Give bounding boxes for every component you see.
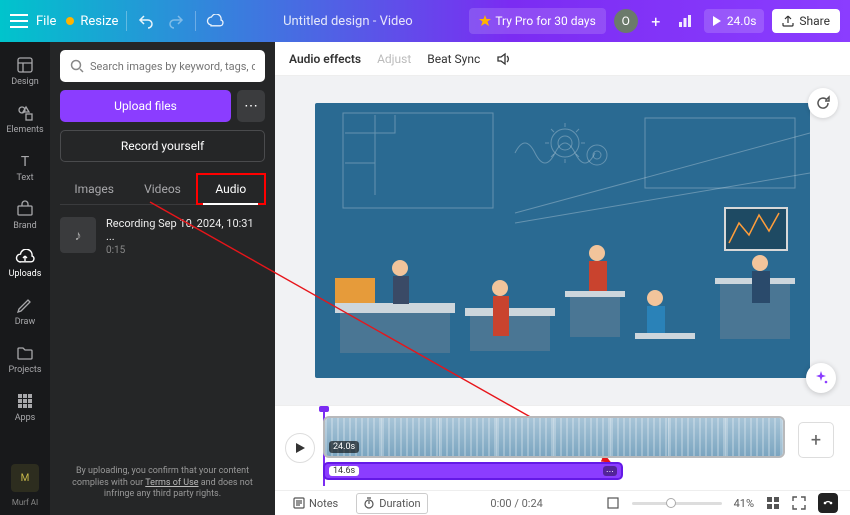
tab-images[interactable]: Images xyxy=(60,174,128,204)
notes-button[interactable]: Notes xyxy=(287,494,344,513)
audio-track[interactable]: 14.6s ⋯ xyxy=(323,462,623,480)
share-label: Share xyxy=(799,14,830,28)
music-note-icon: ♪ xyxy=(60,217,96,253)
grid-view-icon[interactable] xyxy=(766,496,780,510)
canvas-area xyxy=(275,76,850,405)
search-input[interactable] xyxy=(90,60,255,73)
timeline: 24.0s 14.6s ⋯ + Notes Duration 0:00 / 0:… xyxy=(275,405,850,515)
top-bar: File Resize Untitled design - Video Try … xyxy=(0,0,850,42)
timeline-tracks: 24.0s 14.6s ⋯ + xyxy=(275,406,850,490)
divider xyxy=(126,11,127,31)
timeline-play-button[interactable] xyxy=(285,433,315,463)
time-display: 0:00 / 0:24 xyxy=(490,497,542,510)
rail-projects[interactable]: Projects xyxy=(0,336,50,382)
rail-label: Brand xyxy=(13,221,36,231)
avatar[interactable]: O xyxy=(614,9,638,33)
rail-brand[interactable]: Brand xyxy=(0,192,50,238)
rail-label: Draw xyxy=(15,317,35,327)
search-input-wrap[interactable] xyxy=(60,50,265,82)
beat-sync-button[interactable]: Beat Sync xyxy=(427,52,480,66)
murf-label: Murf AI xyxy=(12,498,38,507)
magic-icon[interactable] xyxy=(806,363,836,393)
rail-label: Text xyxy=(16,173,33,183)
resize-button[interactable]: Resize xyxy=(64,14,118,29)
upload-files-button[interactable]: Upload files xyxy=(60,90,231,122)
rail-label: Design xyxy=(11,77,39,87)
main-area: Audio effects Adjust Beat Sync xyxy=(275,42,850,515)
uploads-panel: Upload files ⋯ Record yourself Images Vi… xyxy=(50,42,275,515)
terms-link[interactable]: Terms of Use xyxy=(145,478,198,488)
add-collaborator-icon[interactable]: + xyxy=(646,11,666,31)
play-duration: 24.0s xyxy=(727,14,757,28)
audio-track-menu[interactable]: ⋯ xyxy=(603,466,617,476)
audio-duration-badge: 14.6s xyxy=(329,466,359,476)
document-title[interactable]: Untitled design - Video xyxy=(234,14,461,29)
share-button[interactable]: Share xyxy=(772,9,840,33)
volume-icon[interactable] xyxy=(496,51,512,67)
resize-label: Resize xyxy=(80,14,118,29)
rail-draw[interactable]: Draw xyxy=(0,288,50,334)
menu-icon[interactable] xyxy=(10,14,28,28)
rail-label: Elements xyxy=(6,125,43,135)
audio-effects-button[interactable]: Audio effects xyxy=(289,52,361,66)
video-canvas[interactable] xyxy=(315,103,810,378)
audio-list: ♪ Recording Sep 10, 2024, 10:31 ... 0:15 xyxy=(60,217,265,256)
svg-text:T: T xyxy=(21,154,30,170)
rail-design[interactable]: Design xyxy=(0,48,50,94)
redo-icon[interactable] xyxy=(165,10,187,32)
audio-duration: 0:15 xyxy=(106,245,265,256)
duration-button[interactable]: Duration xyxy=(356,493,427,514)
murf-ai-app[interactable]: M xyxy=(11,464,39,492)
play-preview-button[interactable]: 24.0s xyxy=(704,9,765,33)
left-rail: Design Elements T Text Brand Uploads Draw… xyxy=(0,42,50,515)
video-duration-badge: 24.0s xyxy=(329,441,359,453)
rail-apps[interactable]: Apps xyxy=(0,384,50,430)
timeline-footer: Notes Duration 0:00 / 0:24 41% xyxy=(275,490,850,515)
crop-icon[interactable] xyxy=(606,496,620,510)
add-scene-button[interactable]: + xyxy=(798,422,834,458)
effects-bar: Audio effects Adjust Beat Sync xyxy=(275,42,850,76)
adjust-button: Adjust xyxy=(377,52,411,66)
divider xyxy=(195,11,196,31)
canvas-illustration xyxy=(315,103,810,378)
try-pro-label: Try Pro for 30 days xyxy=(495,14,596,28)
refresh-icon[interactable] xyxy=(808,88,838,118)
rail-uploads[interactable]: Uploads xyxy=(0,240,50,286)
rail-label: Apps xyxy=(15,413,36,423)
record-yourself-button[interactable]: Record yourself xyxy=(60,130,265,162)
upload-more-button[interactable]: ⋯ xyxy=(237,90,265,122)
upload-disclaimer: By uploading, you confirm that your cont… xyxy=(60,460,265,507)
rail-label: Projects xyxy=(9,365,42,375)
search-icon xyxy=(70,59,84,73)
help-icon[interactable] xyxy=(818,493,838,513)
cloud-sync-icon[interactable] xyxy=(204,10,226,32)
try-pro-button[interactable]: Try Pro for 30 days xyxy=(469,8,606,34)
fullscreen-icon[interactable] xyxy=(792,496,806,510)
rail-text[interactable]: T Text xyxy=(0,144,50,190)
undo-icon[interactable] xyxy=(135,10,157,32)
rail-elements[interactable]: Elements xyxy=(0,96,50,142)
audio-name: Recording Sep 10, 2024, 10:31 ... xyxy=(106,217,265,243)
video-track[interactable]: 24.0s xyxy=(323,416,785,458)
upload-tabs: Images Videos Audio xyxy=(60,174,265,205)
tab-videos[interactable]: Videos xyxy=(128,174,196,204)
rail-label: Uploads xyxy=(9,269,42,279)
file-menu[interactable]: File xyxy=(36,14,56,29)
tab-audio[interactable]: Audio xyxy=(197,174,265,204)
zoom-slider[interactable] xyxy=(632,502,722,505)
audio-item[interactable]: ♪ Recording Sep 10, 2024, 10:31 ... 0:15 xyxy=(60,217,265,256)
analytics-icon[interactable] xyxy=(674,10,696,32)
timeline-stack[interactable]: 24.0s 14.6s ⋯ + xyxy=(323,410,840,486)
zoom-value: 41% xyxy=(734,497,754,510)
